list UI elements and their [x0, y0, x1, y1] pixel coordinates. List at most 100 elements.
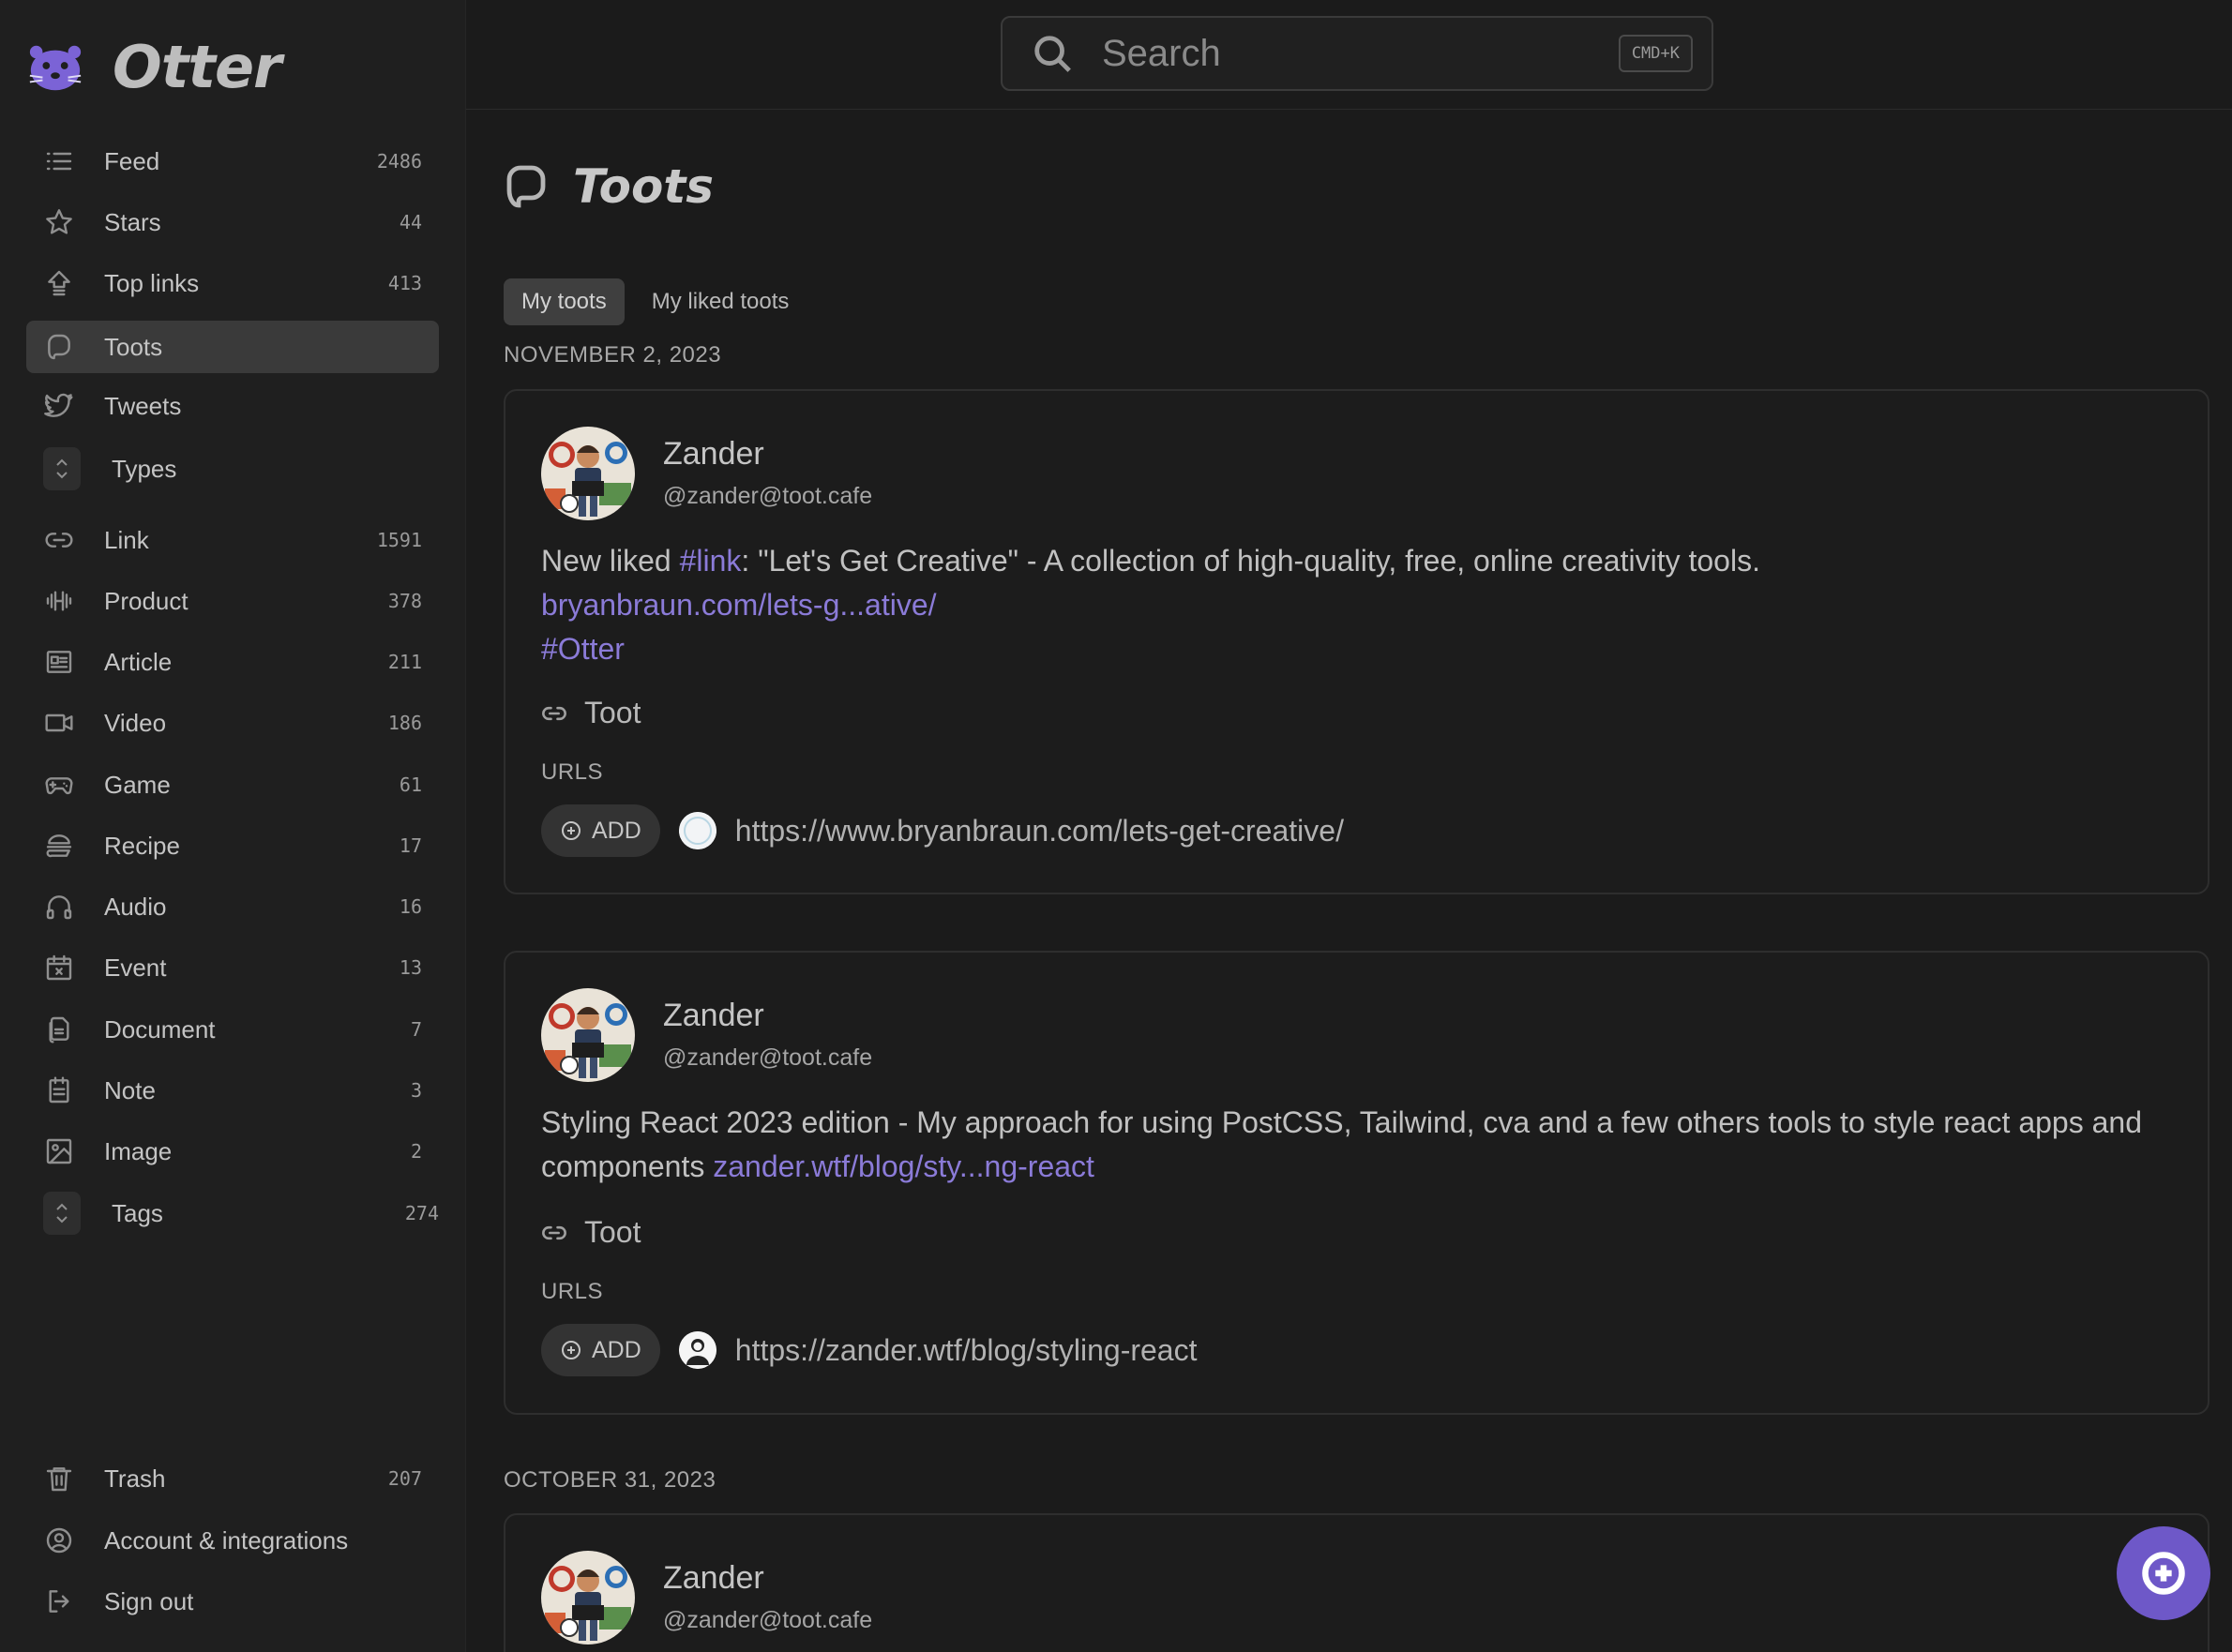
sidebar-item-label: Trash — [104, 1464, 166, 1493]
toot-type-label: Toot — [584, 1215, 641, 1249]
sidebar-section-types[interactable]: Types — [26, 443, 439, 495]
sidebar-item-label: Product — [104, 586, 189, 615]
sidebar-item-event[interactable]: Event 13 — [26, 941, 439, 994]
plus-circle-icon — [2142, 1552, 2185, 1595]
toot-card: Zander @zander@toot.cafe Styling React 2… — [504, 951, 2209, 1415]
tab-my-toots[interactable]: My toots — [504, 278, 625, 325]
sidebar-item-sign-out[interactable]: Sign out — [26, 1575, 439, 1628]
sidebar-item-label: Top links — [104, 268, 200, 297]
sidebar-item-count: 44 — [399, 211, 422, 233]
toot-card: Zander @zander@toot.cafe New liked #link… — [504, 389, 2209, 894]
gamepad-icon — [43, 769, 75, 801]
sidebar-item-feed[interactable]: Feed 2486 — [26, 135, 439, 188]
sidebar-item-count: 7 — [410, 1018, 422, 1041]
author-handle[interactable]: @zander@toot.cafe — [663, 483, 872, 510]
sidebar-item-audio[interactable]: Audio 16 — [26, 880, 439, 933]
sidebar-item-account[interactable]: Account & integrations — [26, 1514, 439, 1567]
sidebar-item-label: Video — [104, 708, 167, 737]
add-url-button[interactable]: ADD — [541, 804, 660, 857]
list-icon — [43, 145, 75, 177]
otter-logo-icon — [29, 45, 82, 91]
keyboard-shortcut-badge: CMD+K — [1618, 35, 1693, 72]
sidebar-item-link[interactable]: Link 1591 — [26, 514, 439, 566]
author-handle[interactable]: @zander@toot.cafe — [663, 1044, 872, 1072]
search-icon — [1034, 36, 1071, 72]
sidebar-item-count: 61 — [399, 773, 422, 796]
link-icon — [542, 1225, 566, 1239]
sidebar-item-tweets[interactable]: Tweets — [26, 380, 439, 432]
sidebar-section-tags[interactable]: Tags 274 — [26, 1187, 439, 1239]
hashtag-link[interactable]: #Otter — [541, 632, 625, 666]
dumbbell-icon — [43, 585, 75, 617]
sidebar-item-article[interactable]: Article 211 — [26, 636, 439, 688]
hashtag-link[interactable]: #link — [680, 544, 742, 578]
tab-my-liked-toots[interactable]: My liked toots — [634, 278, 807, 325]
url-row: ADD https://www.bryanbraun.com/lets-get-… — [541, 804, 1344, 857]
toot-type: Toot — [541, 1215, 641, 1250]
date-group-label: OCTOBER 31, 2023 — [504, 1467, 716, 1493]
sidebar: Otter Feed 2486 Stars 44 Top links 413 T… — [0, 0, 466, 1652]
sidebar-item-product[interactable]: Product 378 — [26, 575, 439, 627]
search-placeholder: Search — [1102, 32, 1221, 74]
twitter-icon — [43, 390, 75, 422]
add-button-label: ADD — [592, 817, 641, 844]
author-name[interactable]: Zander — [663, 1560, 764, 1597]
top-bar: Search CMD+K — [466, 0, 2232, 110]
sidebar-item-note[interactable]: Note 3 — [26, 1064, 439, 1117]
author-name[interactable]: Zander — [663, 436, 764, 473]
add-item-button[interactable] — [2117, 1526, 2210, 1620]
sidebar-item-stars[interactable]: Stars 44 — [26, 196, 439, 248]
article-icon — [43, 646, 75, 678]
url-link[interactable]: https://www.bryanbraun.com/lets-get-crea… — [735, 814, 1344, 849]
sidebar-section-label: Types — [112, 454, 177, 483]
date-group-label: NOVEMBER 2, 2023 — [504, 342, 722, 368]
plus-circle-icon — [562, 821, 581, 840]
sidebar-item-count: 211 — [387, 651, 422, 673]
sidebar-item-label: Account & integrations — [104, 1525, 349, 1554]
trash-icon — [43, 1463, 75, 1494]
brand[interactable]: Otter — [26, 33, 282, 101]
avatar[interactable] — [541, 427, 635, 520]
sidebar-item-image[interactable]: Image 2 — [26, 1125, 439, 1178]
sidebar-item-label: Image — [104, 1136, 173, 1165]
sidebar-item-label: Article — [104, 647, 173, 676]
toot-type: Toot — [541, 696, 641, 730]
avatar[interactable] — [541, 1551, 635, 1644]
sidebar-item-video[interactable]: Video 186 — [26, 697, 439, 749]
sidebar-item-game[interactable]: Game 61 — [26, 758, 439, 811]
expand-collapse-icon — [43, 1192, 81, 1235]
sidebar-item-document[interactable]: Document 7 — [26, 1003, 439, 1056]
sidebar-item-label: Toots — [104, 332, 163, 361]
sidebar-item-label: Link — [104, 525, 149, 554]
sidebar-item-label: Recipe — [104, 831, 180, 860]
toot-type-label: Toot — [584, 696, 641, 729]
document-icon — [43, 1014, 75, 1045]
sidebar-item-toots[interactable]: Toots — [26, 321, 439, 373]
link-icon — [43, 524, 75, 556]
toot-link[interactable]: bryanbraun.com/lets-g...ative/ — [541, 588, 937, 622]
sidebar-item-count: 207 — [387, 1467, 422, 1490]
sidebar-item-label: Tweets — [104, 391, 182, 420]
author-name[interactable]: Zander — [663, 998, 764, 1034]
user-circle-icon — [43, 1524, 75, 1556]
toot-body: New liked #link: "Let's Get Creative" - … — [541, 539, 2172, 671]
add-url-button[interactable]: ADD — [541, 1324, 660, 1376]
sidebar-section-label: Tags — [112, 1198, 163, 1227]
sidebar-item-trash[interactable]: Trash 207 — [26, 1452, 439, 1505]
page-title: Toots — [573, 159, 715, 214]
author-handle[interactable]: @zander@toot.cafe — [663, 1607, 872, 1634]
sign-out-icon — [43, 1585, 75, 1617]
sidebar-item-recipe[interactable]: Recipe 17 — [26, 819, 439, 872]
sidebar-item-count: 186 — [387, 712, 422, 734]
avatar[interactable] — [541, 988, 635, 1082]
sidebar-item-count: 2486 — [376, 150, 422, 173]
search-input[interactable]: Search CMD+K — [1001, 16, 1713, 91]
url-link[interactable]: https://zander.wtf/blog/styling-react — [735, 1333, 1198, 1368]
page-header: Toots — [504, 159, 714, 214]
sidebar-item-top-links[interactable]: Top links 413 — [26, 257, 439, 309]
star-icon — [43, 206, 75, 238]
urls-label: URLS — [541, 1279, 604, 1304]
toot-link[interactable]: zander.wtf/blog/sty...ng-react — [713, 1149, 1094, 1183]
sidebar-item-label: Sign out — [104, 1586, 194, 1615]
sidebar-item-count: 13 — [399, 956, 422, 979]
